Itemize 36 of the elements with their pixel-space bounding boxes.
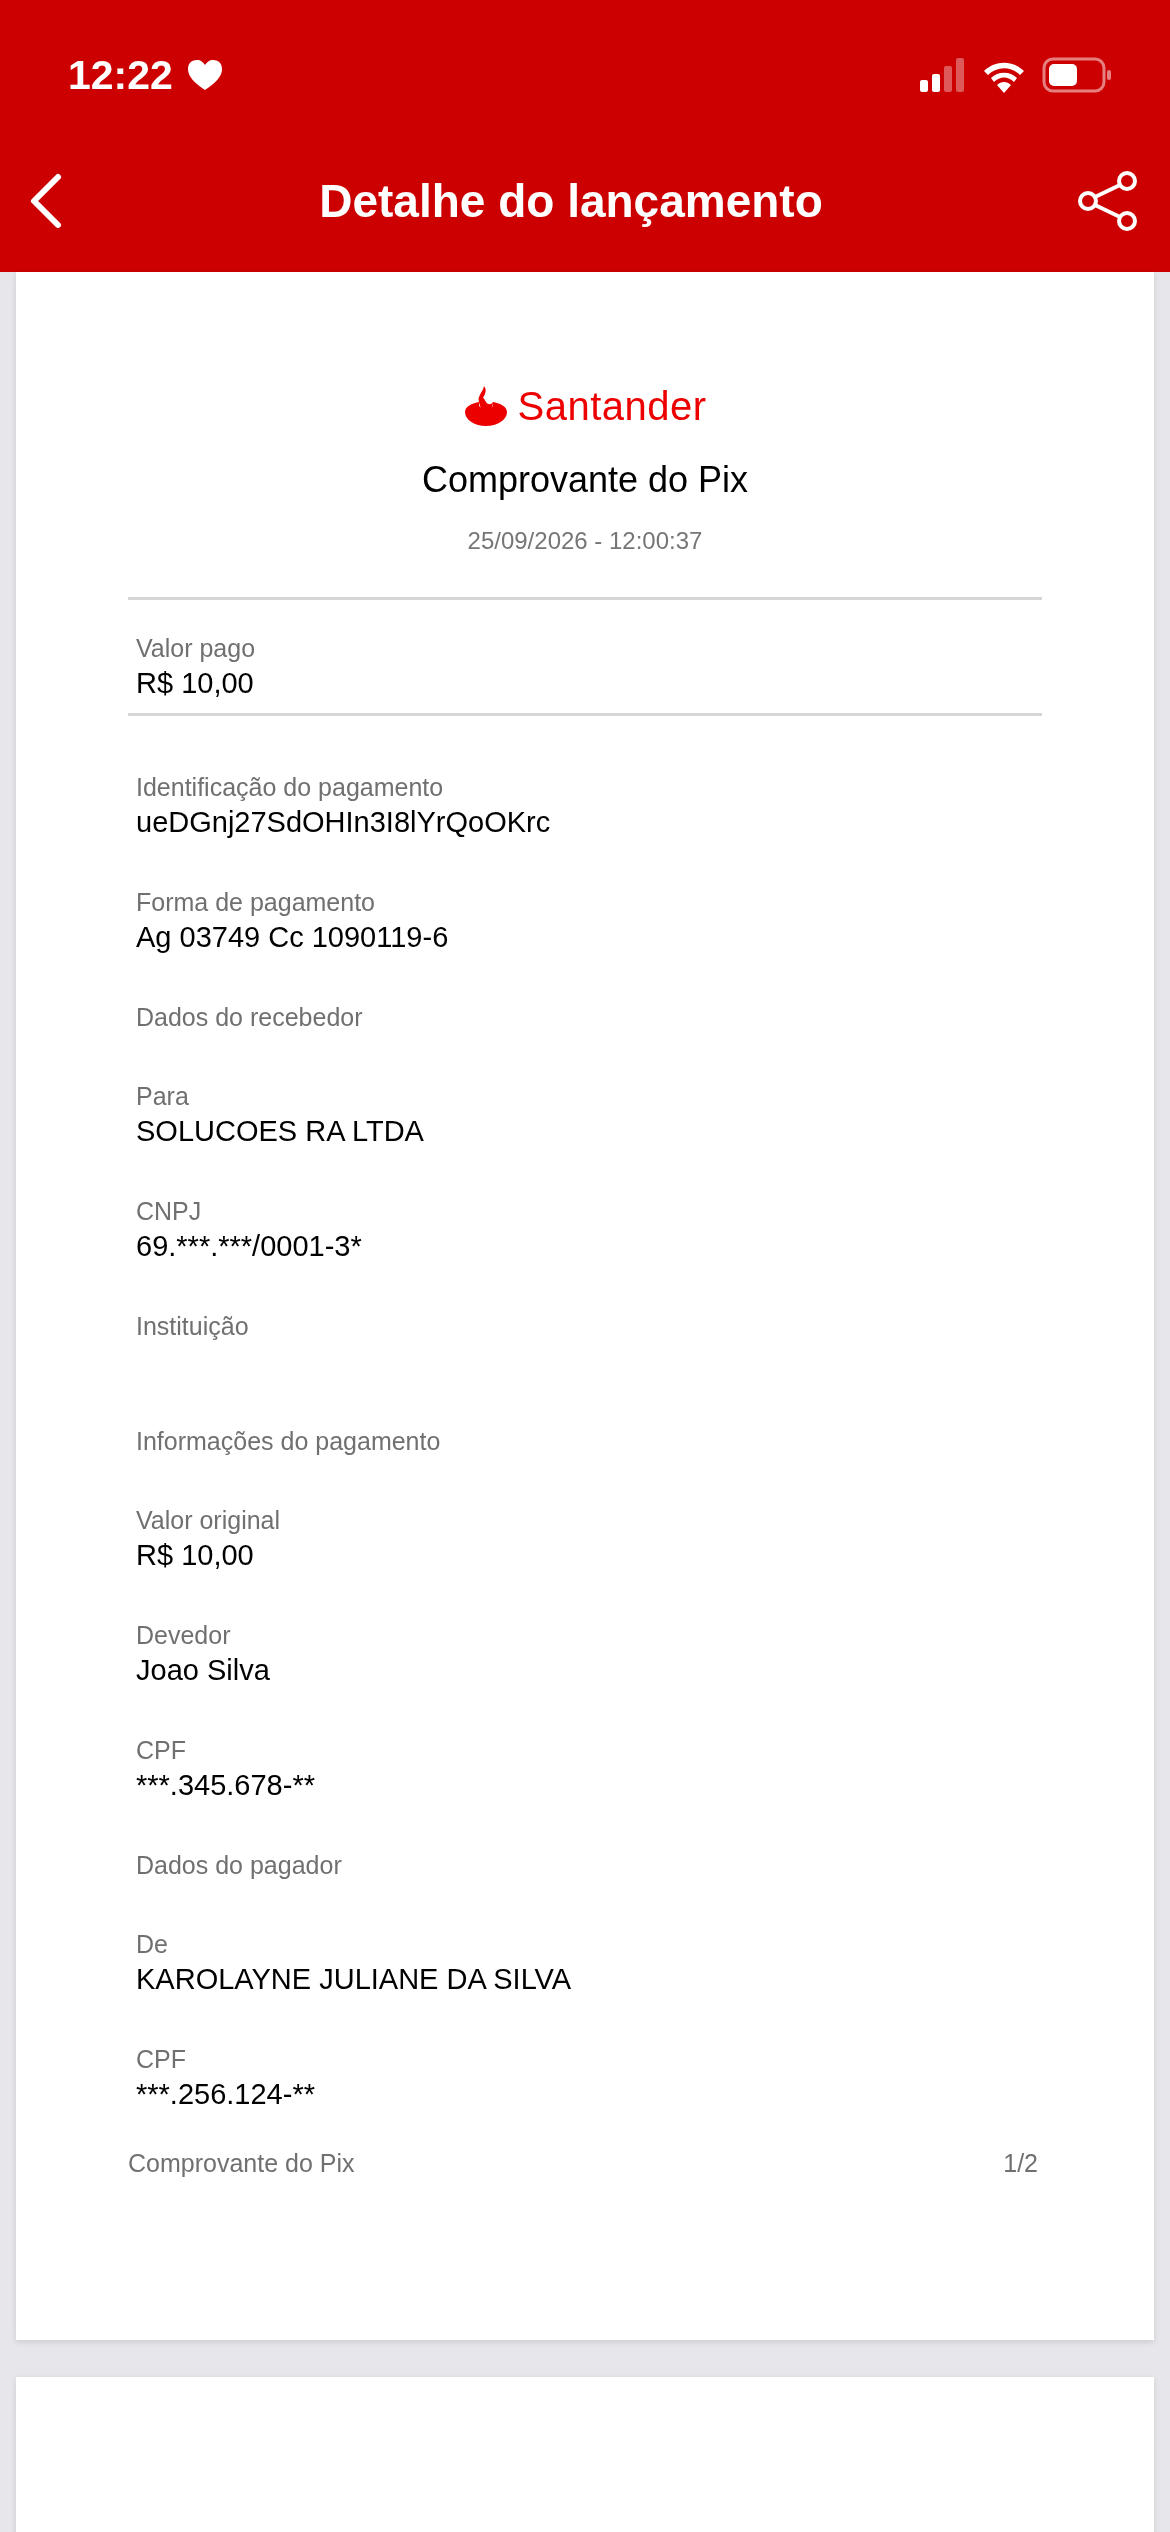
status-time: 12:22 [68, 51, 173, 99]
field-label: CPF [136, 1735, 187, 1766]
field-label: CNPJ [136, 1196, 203, 1227]
field-value: ***.345.678-** [136, 1768, 316, 1803]
signal-icon [920, 58, 966, 92]
field-value: KAROLAYNE JULIANE DA SILVA [136, 1962, 573, 1997]
field-value: R$ 10,00 [136, 1538, 255, 1573]
section-heading: Informações do pagamento [136, 1426, 442, 1457]
section-heading: Dados do recebedor [136, 1002, 364, 1033]
share-button[interactable] [1076, 170, 1140, 232]
section-heading: Dados do pagador [136, 1850, 343, 1881]
field-value: SOLUCOES RA LTDA [136, 1114, 425, 1149]
footer-title: Comprovante do Pix [128, 2149, 355, 2178]
field-value: 69.***.***/0001-3* [136, 1229, 363, 1264]
field-value: ueDGnj27SdOHIn3I8lYrQoOKrc [136, 805, 552, 840]
field-value: Joao Silva [136, 1653, 271, 1688]
field-value: Ag 03749 Cc 1090119-6 [136, 920, 450, 955]
screen-title: Detalhe do lançamento [319, 174, 823, 228]
field-label: De [136, 1929, 169, 1960]
field-label: Para [136, 1081, 190, 1112]
field-label: Devedor [136, 1620, 232, 1651]
receipt-date: 25/09/2026 - 12:00:37 [466, 527, 704, 555]
field-value: R$ 10,00 [136, 666, 255, 701]
field-label: Valor original [136, 1505, 282, 1536]
field-label: Forma de pagamento [136, 887, 377, 918]
flame-logo-icon [463, 385, 510, 428]
field-label: Identificação do pagamento [136, 772, 445, 803]
page-number: 1/2 [1003, 2149, 1038, 2178]
field-label: Instituição [136, 1311, 250, 1342]
receipt-title: Comprovante do Pix [420, 459, 750, 501]
field-label: CPF [136, 2044, 187, 2075]
heart-icon [186, 59, 223, 91]
brand-logo: Santander [517, 384, 707, 429]
battery-icon [1042, 57, 1112, 93]
field-label: Valor pago [136, 633, 257, 664]
field-value: ***.256.124-** [136, 2077, 316, 2112]
